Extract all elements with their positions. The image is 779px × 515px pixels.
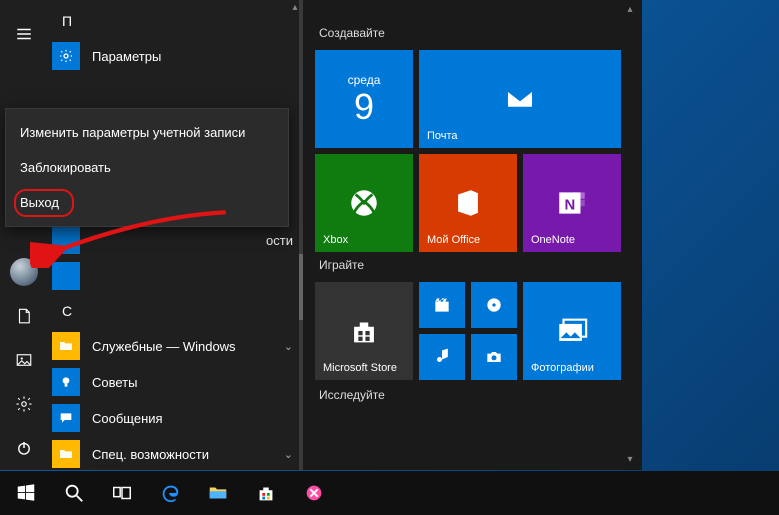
hamburger-icon: [15, 25, 33, 43]
edge-button[interactable]: [146, 471, 194, 515]
app-label: Советы: [92, 375, 137, 390]
start-rail: [0, 0, 48, 470]
app-item-accessibility[interactable]: Спец. возможности ⌄: [48, 436, 303, 470]
folder-icon: [52, 440, 80, 468]
app-label: Параметры: [92, 49, 161, 64]
gear-icon: [52, 42, 80, 70]
note-icon: [432, 347, 452, 367]
chevron-down-icon: ⌄: [284, 340, 293, 353]
app-label: Служебные — Windows: [92, 339, 236, 354]
tile-small-movies[interactable]: [419, 282, 465, 328]
menu-item-lock[interactable]: Заблокировать: [6, 150, 288, 185]
store-taskbar-button[interactable]: [242, 471, 290, 515]
bulb-icon: [52, 368, 80, 396]
hamburger-button[interactable]: [4, 14, 44, 54]
search-button[interactable]: [50, 471, 98, 515]
app-item-messages[interactable]: Сообщения: [48, 400, 303, 436]
edge-icon: [159, 482, 181, 504]
square-icon: [52, 262, 80, 290]
svg-text:N: N: [565, 197, 576, 213]
scroll-up-icon[interactable]: ▴: [624, 4, 636, 16]
taskbar: [0, 471, 779, 515]
app-label: Сообщения: [92, 411, 163, 426]
explorer-button[interactable]: [194, 471, 242, 515]
tiles-panel: ▴ Создавайте среда 9 Почта Xbox Мой Offi…: [303, 0, 642, 470]
scroll-down-icon[interactable]: ▾: [624, 454, 636, 466]
music-icon: [484, 295, 504, 315]
app-item-mail[interactable]: Почта: [48, 258, 303, 294]
pictures-button[interactable]: [4, 340, 44, 380]
gear-icon: [15, 395, 33, 413]
tile-caption: Microsoft Store: [323, 362, 397, 374]
chevron-down-icon: ⌄: [284, 448, 293, 461]
power-icon: [15, 439, 33, 457]
windows-icon: [15, 482, 37, 504]
snip-button[interactable]: [290, 471, 338, 515]
documents-button[interactable]: [4, 296, 44, 336]
app-label: Спец. возможности: [92, 447, 209, 462]
tile-onenote[interactable]: N OneNote: [523, 154, 621, 252]
tile-caption: Мой Office: [427, 234, 480, 246]
store-icon: [347, 314, 381, 348]
group-label-create[interactable]: Создавайте: [319, 26, 626, 40]
user-avatar-icon: [10, 258, 38, 286]
letter-header[interactable]: П: [48, 4, 303, 38]
settings-button[interactable]: [4, 384, 44, 424]
letter-header-c[interactable]: С: [48, 294, 303, 328]
tile-small-groove[interactable]: [471, 282, 517, 328]
calendar-day: 9: [354, 89, 374, 125]
menu-item-signout[interactable]: Выход: [6, 185, 288, 220]
chat-icon: [52, 404, 80, 432]
group-label-play[interactable]: Играйте: [319, 258, 626, 272]
app-item-partial[interactable]: ости: [48, 222, 303, 258]
start-menu: ▴ П Параметры ости Почта С: [0, 0, 642, 470]
office-icon: [451, 186, 485, 220]
folder-icon: [207, 482, 229, 504]
mail-icon: [503, 82, 537, 116]
tile-caption: OneNote: [531, 234, 575, 246]
group-label-explore[interactable]: Исследуйте: [319, 388, 626, 402]
store-icon: [255, 482, 277, 504]
app-list[interactable]: ▴ П Параметры ости Почта С: [48, 0, 303, 470]
power-button[interactable]: [4, 428, 44, 468]
tile-small-group: [419, 282, 517, 380]
app-label: ости: [266, 233, 293, 248]
user-context-menu: Изменить параметры учетной записи Заблок…: [5, 108, 289, 227]
picture-icon: [15, 351, 33, 369]
user-button[interactable]: [4, 252, 44, 292]
clapper-icon: [432, 295, 452, 315]
start-button[interactable]: [2, 471, 50, 515]
square-icon: [52, 226, 80, 254]
tile-caption: Фотографии: [531, 362, 594, 374]
tile-mail[interactable]: Почта: [419, 50, 621, 148]
tile-caption: Xbox: [323, 234, 348, 246]
tile-small-extra1[interactable]: [419, 334, 465, 380]
tile-calendar[interactable]: среда 9: [315, 50, 413, 148]
search-icon: [63, 482, 85, 504]
onenote-icon: N: [555, 186, 589, 220]
snip-icon: [303, 482, 325, 504]
folder-icon: [52, 332, 80, 360]
photos-icon: [555, 314, 589, 348]
menu-item-account-settings[interactable]: Изменить параметры учетной записи: [6, 115, 288, 150]
xbox-icon: [347, 186, 381, 220]
app-item-utilities[interactable]: Служебные — Windows ⌄: [48, 328, 303, 364]
tile-office[interactable]: Мой Office: [419, 154, 517, 252]
app-item-tips[interactable]: Советы: [48, 364, 303, 400]
tile-caption: Почта: [427, 130, 458, 142]
tile-photos[interactable]: Фотографии: [523, 282, 621, 380]
tile-small-camera[interactable]: [471, 334, 517, 380]
app-item-parameters[interactable]: Параметры: [48, 38, 303, 74]
camera-icon: [484, 347, 504, 367]
document-icon: [15, 307, 33, 325]
taskview-button[interactable]: [98, 471, 146, 515]
tile-xbox[interactable]: Xbox: [315, 154, 413, 252]
taskview-icon: [111, 482, 133, 504]
calendar-weekday: среда: [348, 73, 381, 87]
tile-store[interactable]: Microsoft Store: [315, 282, 413, 380]
